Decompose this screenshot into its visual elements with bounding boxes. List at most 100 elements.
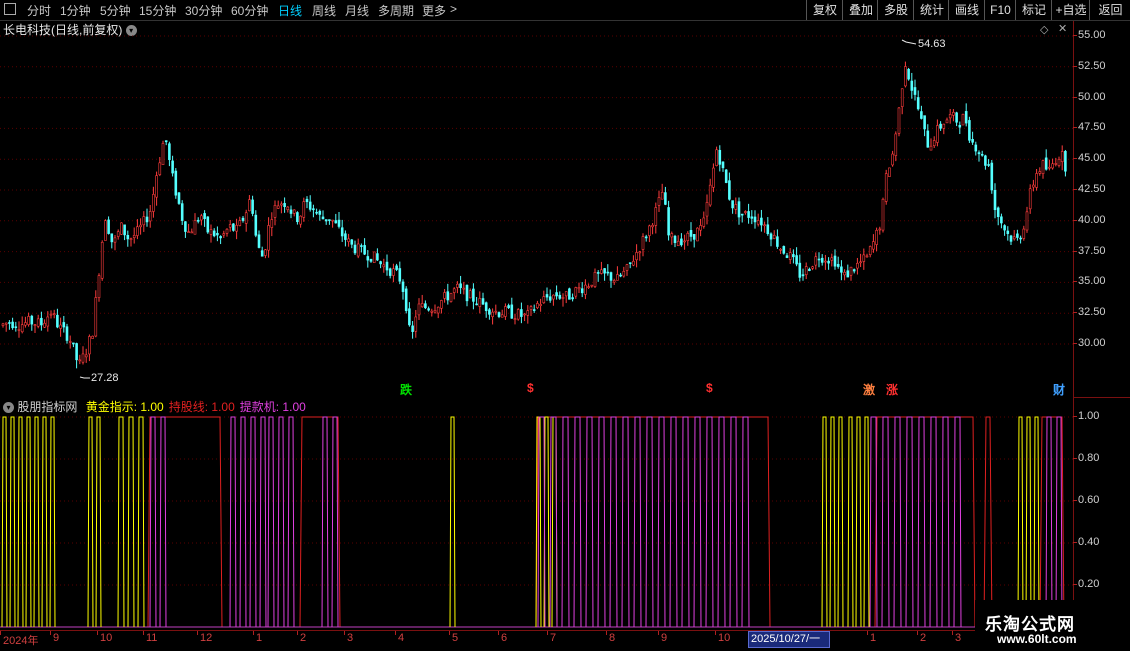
candle-body <box>468 290 472 299</box>
cash-machine-line <box>585 416 594 628</box>
toolbar-action-7[interactable]: +自选 <box>1051 0 1090 20</box>
candle-body <box>737 201 741 218</box>
toolbar-action-8[interactable]: 返回 <box>1089 0 1130 20</box>
price-tick-label: 35.00 <box>1073 275 1106 288</box>
cash-machine-line <box>249 416 257 628</box>
candle-body <box>641 236 645 250</box>
candle-body <box>561 297 565 299</box>
candle-body <box>593 271 597 287</box>
candle-body <box>680 238 683 246</box>
candle-body <box>942 123 946 129</box>
gold-indicator-line <box>17 416 24 628</box>
period-tab-8[interactable]: 月线 <box>345 2 369 19</box>
date-tick-label: 2024年 <box>3 635 39 647</box>
chevron-right-icon[interactable]: > <box>450 2 457 16</box>
candle-body <box>289 209 293 214</box>
period-tab-2[interactable]: 5分钟 <box>100 2 131 19</box>
candle-body <box>632 260 635 266</box>
gold-indicator-line <box>25 416 32 628</box>
candle-body <box>81 353 85 363</box>
candle-body <box>590 284 594 287</box>
period-tab-1[interactable]: 1分钟 <box>60 2 91 19</box>
gold-indicator-line <box>863 416 870 628</box>
candle-body <box>673 235 677 244</box>
chevron-down-icon[interactable]: ▾ <box>3 402 14 414</box>
candle-body <box>398 268 402 282</box>
candle-body <box>97 275 101 298</box>
candle-body <box>254 214 258 236</box>
candle-body <box>968 120 971 141</box>
period-tab-0[interactable]: 分时 <box>27 2 51 19</box>
period-tab-10[interactable]: 更多 <box>422 2 446 19</box>
toolbar-action-1[interactable]: 叠加 <box>842 0 879 20</box>
candle-body <box>462 287 466 290</box>
indicator-name: 股朋指标网 <box>17 400 78 414</box>
candle-body <box>497 312 501 317</box>
candle-body <box>209 229 213 235</box>
candle-body <box>257 234 261 248</box>
candle-body <box>491 311 494 317</box>
candlestick-chart[interactable] <box>0 21 1073 396</box>
candle-body <box>801 274 805 277</box>
period-tab-5[interactable]: 60分钟 <box>231 2 268 19</box>
price-tick-label: 37.50 <box>1073 244 1106 257</box>
candle-body <box>1003 225 1006 231</box>
cash-machine-line <box>657 416 666 628</box>
candle-body <box>820 257 824 263</box>
toolbar-action-4[interactable]: 画线 <box>948 0 985 20</box>
cash-machine-line <box>729 416 738 628</box>
candle-body <box>190 231 194 234</box>
candle-body <box>4 322 8 325</box>
candle-body <box>910 80 914 91</box>
toolbar-action-3[interactable]: 统计 <box>913 0 950 20</box>
candle-body <box>721 161 725 169</box>
candle-body <box>241 217 245 221</box>
candle-body <box>436 306 440 314</box>
candle-body <box>824 260 827 263</box>
candle-body <box>296 212 299 223</box>
period-tab-9[interactable]: 多周期 <box>378 2 414 19</box>
date-tick-label: 2 <box>300 632 307 644</box>
period-tab-4[interactable]: 30分钟 <box>185 2 222 19</box>
date-tick-label: 4 <box>398 632 405 644</box>
date-tick-label: 3 <box>347 632 354 644</box>
indicator-panel[interactable]: ▾ 股朋指标网 黄金指示: 1.00 持股线: 1.00 提款机: 1.00 <box>0 398 1073 630</box>
candle-body <box>430 310 434 313</box>
indicator-tick-label: 0.20 <box>1072 578 1100 590</box>
indicator-chart[interactable] <box>0 398 1073 630</box>
gold-indicator-line <box>95 416 102 628</box>
candle-body <box>779 248 782 251</box>
candle-body <box>683 240 686 243</box>
toolbar-action-6[interactable]: 标记 <box>1015 0 1052 20</box>
candle-body <box>1051 163 1054 169</box>
toolbar-action-5[interactable]: F10 <box>984 0 1016 20</box>
candle-body <box>987 164 990 166</box>
cash-machine-line <box>953 416 962 628</box>
toolbar-action-0[interactable]: 复权 <box>806 0 843 20</box>
candle-body <box>443 292 446 299</box>
toolbar-action-2[interactable]: 多股 <box>877 0 914 20</box>
period-tab-7[interactable]: 周线 <box>312 2 336 19</box>
candle-body <box>529 306 533 310</box>
gold-indicator-line <box>49 416 56 628</box>
candle-body <box>753 216 757 223</box>
cash-machine-line <box>1045 416 1053 628</box>
period-tab-6[interactable]: 日线 <box>278 2 302 19</box>
candle-body <box>734 204 738 210</box>
candle-body <box>894 133 898 156</box>
candle-body <box>286 206 290 211</box>
candle-body <box>856 262 859 269</box>
cash-machine-line <box>609 416 618 628</box>
period-tab-3[interactable]: 15分钟 <box>139 2 176 19</box>
candle-body <box>1032 184 1035 188</box>
price-chart-panel[interactable]: 长电科技(日线,前复权) ▾ ◇ ✕ 54.63 27.28 跌 $ $ 激涨财 <box>0 21 1073 397</box>
candle-body <box>625 264 629 271</box>
candle-body <box>1035 173 1038 188</box>
candle-body <box>900 88 904 107</box>
candle-body <box>1064 150 1067 172</box>
candle-body <box>728 180 731 200</box>
candle-body <box>766 224 770 234</box>
candle-body <box>945 119 949 124</box>
collapse-toggle[interactable] <box>4 3 16 15</box>
candle-body <box>132 234 136 239</box>
